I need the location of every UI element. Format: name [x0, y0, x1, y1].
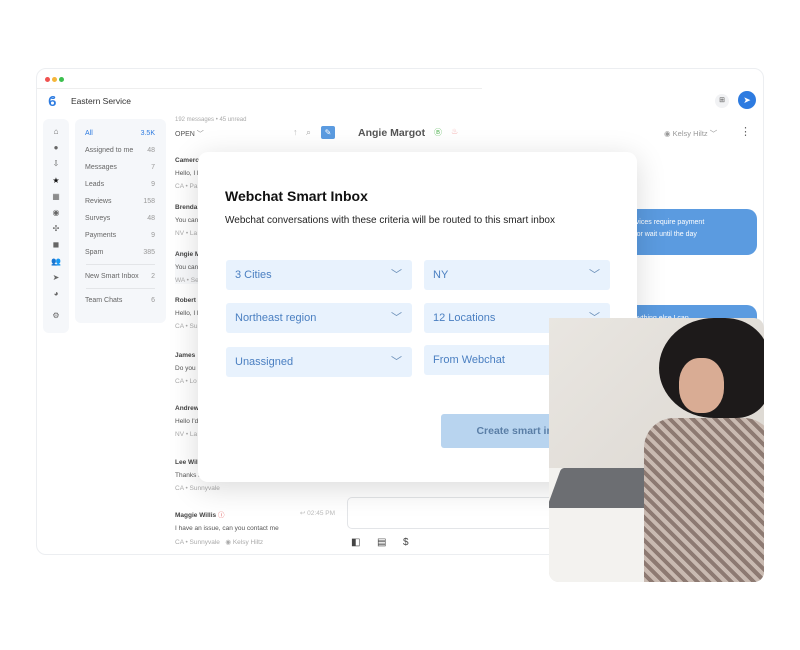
star-icon[interactable]: ★: [43, 173, 69, 189]
network-icon[interactable]: ✣: [43, 221, 69, 237]
person-photo: [549, 318, 764, 582]
modal-title: Webchat Smart Inbox: [225, 188, 368, 204]
status-filter[interactable]: OPEN ﹀: [175, 129, 204, 139]
list-summary: 192 messages • 45 unread: [175, 117, 247, 123]
folder-item[interactable]: Spam 385: [75, 244, 166, 261]
modal-subtitle: Webchat conversations with these criteri…: [225, 215, 555, 226]
folder-item[interactable]: All 3.5K: [75, 125, 166, 142]
home-icon[interactable]: ⌂: [43, 124, 69, 140]
minimize-dot[interactable]: [52, 77, 57, 82]
agent-selector[interactable]: ◉ Kelsy Hiltz ﹀: [664, 128, 717, 139]
folder-item[interactable]: Payments 9: [75, 227, 166, 244]
status-badge-icon: Ⓑ: [434, 128, 442, 137]
folder-item[interactable]: Surveys 48: [75, 210, 166, 227]
alert-icon: ⓘ: [217, 512, 225, 519]
calendar-icon[interactable]: ▦: [43, 189, 69, 205]
inbox-icon[interactable]: ⇩: [43, 156, 69, 172]
settings-circle-icon[interactable]: ◉: [43, 205, 69, 221]
folder-team-chats[interactable]: Team Chats 6: [75, 292, 166, 309]
send-icon[interactable]: ➤: [43, 270, 69, 286]
compose-icon[interactable]: ✎: [321, 126, 335, 139]
maximize-dot[interactable]: [59, 77, 64, 82]
logo-icon: ϐ: [48, 93, 57, 109]
chevron-down-icon: ﹀: [391, 356, 402, 368]
folder-panel: All 3.5K Assigned to me 48 Messages 7 Leads 9 Re…: [75, 119, 166, 323]
criteria-dropdown[interactable]: Unassigned ﹀: [226, 347, 412, 377]
sort-icon[interactable]: ↑: [293, 127, 298, 137]
folder-item[interactable]: Leads 9: [75, 176, 166, 193]
chevron-down-icon: ﹀: [391, 269, 402, 281]
apps-grid-icon[interactable]: ⊞: [715, 94, 729, 108]
app-title: Eastern Service: [71, 96, 131, 106]
payment-icon[interactable]: $: [403, 537, 409, 548]
conversation-item[interactable]: Maggie Willis ⓘ ↩ 02:45 PM I have an issu…: [175, 509, 335, 546]
chevron-down-icon: ﹀: [589, 269, 600, 281]
folder-item[interactable]: Messages 7: [75, 159, 166, 176]
chart-icon[interactable]: ◕: [43, 286, 69, 302]
search-icon[interactable]: ⌕: [306, 127, 311, 138]
criteria-dropdown[interactable]: NY ﹀: [424, 260, 610, 290]
fire-icon: ♨: [451, 127, 459, 136]
contact-name: Angie Margot: [358, 127, 426, 139]
users-icon[interactable]: 👥: [43, 254, 69, 270]
note-icon[interactable]: ▤: [377, 537, 386, 548]
folder-new-smart-inbox[interactable]: New Smart Inbox 2: [75, 268, 166, 285]
folder-item[interactable]: Assigned to me 48: [75, 142, 166, 159]
chat-icon[interactable]: ●: [43, 140, 69, 156]
message-input[interactable]: [347, 497, 567, 529]
folder-item[interactable]: Reviews 158: [75, 193, 166, 210]
icon-rail: ⌂ ● ⇩ ★ ▦ ◉ ✣ ◼ 👥 ➤ ◕ ⚙: [43, 119, 69, 333]
gear-icon[interactable]: ⚙: [43, 308, 69, 324]
template-icon[interactable]: ◧: [351, 537, 360, 548]
chevron-down-icon: ﹀: [391, 312, 402, 324]
send-icon[interactable]: ➤: [738, 91, 756, 109]
criteria-dropdown[interactable]: 3 Cities ﹀: [226, 260, 412, 290]
messages-icon[interactable]: ◼: [43, 237, 69, 253]
more-menu-icon[interactable]: ⋮: [740, 125, 751, 138]
close-dot[interactable]: [45, 77, 50, 82]
criteria-dropdown[interactable]: Northeast region ﹀: [226, 303, 412, 333]
